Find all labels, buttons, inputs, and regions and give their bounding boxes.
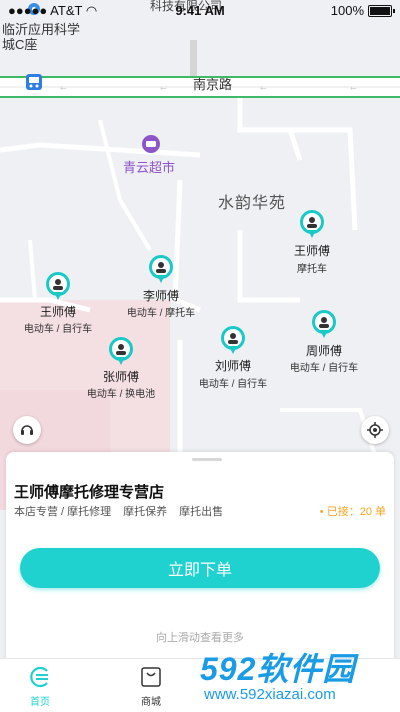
shop-tag: 摩托保养 — [123, 506, 168, 518]
mechanic-avatar-icon — [221, 326, 245, 356]
mechanic-avatar-icon — [300, 210, 324, 240]
mechanic-avatar-icon — [109, 337, 133, 367]
drag-handle[interactable] — [192, 458, 222, 461]
locate-me-button[interactable] — [361, 416, 389, 444]
shop-tag: 摩托出售 — [179, 506, 224, 518]
headset-icon — [21, 425, 33, 435]
mechanic-avatar-icon — [312, 310, 336, 340]
orders-count: • 已接：20 单 — [319, 506, 386, 518]
worker-name: 张师傅 — [102, 370, 139, 384]
shop-title: 王师傅摩托修理专营店 — [14, 484, 165, 501]
battery-label: 100% — [330, 3, 364, 18]
shop-tag: 本店专营 / 摩托修理 — [14, 506, 112, 518]
site-watermark: 592软件园 www.592xiazai.com — [196, 640, 400, 711]
worker-type: 电动车 / 摩托车 — [126, 308, 196, 319]
status-bar: ●●●●● AT&T ◠ 9:41 AM 100% — [0, 0, 400, 22]
area-label: 水韵华苑 — [218, 195, 287, 212]
crosshair-icon — [367, 422, 383, 438]
tab-home[interactable]: 首页 — [0, 659, 80, 712]
worker-name: 刘师傅 — [214, 359, 251, 373]
tab-mall[interactable]: 商城 — [111, 659, 191, 712]
customer-service-button[interactable] — [13, 416, 41, 444]
svg-text:←: ← — [260, 84, 267, 93]
worker-name: 王师傅 — [293, 244, 330, 258]
worker-type: 电动车 / 自行车 — [23, 324, 93, 335]
tab-label: 商城 — [141, 697, 161, 708]
worker-name: 王师傅 — [39, 305, 76, 319]
home-logo-icon — [30, 666, 48, 688]
bus-stop-icon — [26, 74, 42, 90]
svg-text:←: ← — [350, 84, 357, 93]
watermark-title: 592软件园 — [200, 651, 356, 687]
supermarket-label: 青云超市 — [123, 160, 176, 175]
tab-label: 首页 — [30, 697, 50, 708]
worker-type: 摩托车 — [297, 264, 327, 275]
battery-group: 100% — [330, 3, 395, 18]
svg-text:←: ← — [60, 84, 67, 93]
worker-type: 电动车 / 自行车 — [198, 379, 268, 390]
road-label: 南京路 — [193, 77, 233, 92]
worker-name: 李师傅 — [142, 289, 179, 303]
watermark-url: www.592xiazai.com — [204, 686, 336, 703]
shopping-bag-icon — [141, 667, 161, 687]
worker-type: 电动车 / 换电池 — [86, 389, 156, 400]
svg-text:←: ← — [160, 84, 167, 93]
shop-tags: 本店专营 / 摩托修理 摩托保养 摩托出售 — [14, 503, 223, 519]
mechanic-avatar-icon — [149, 255, 173, 285]
mechanic-avatar-icon — [46, 272, 70, 302]
battery-icon — [368, 4, 395, 17]
shop-cart-icon — [142, 135, 160, 153]
map-label-poi: 临沂应用科学城C座 — [2, 22, 81, 52]
order-now-button[interactable]: 立即下单 — [20, 548, 380, 588]
